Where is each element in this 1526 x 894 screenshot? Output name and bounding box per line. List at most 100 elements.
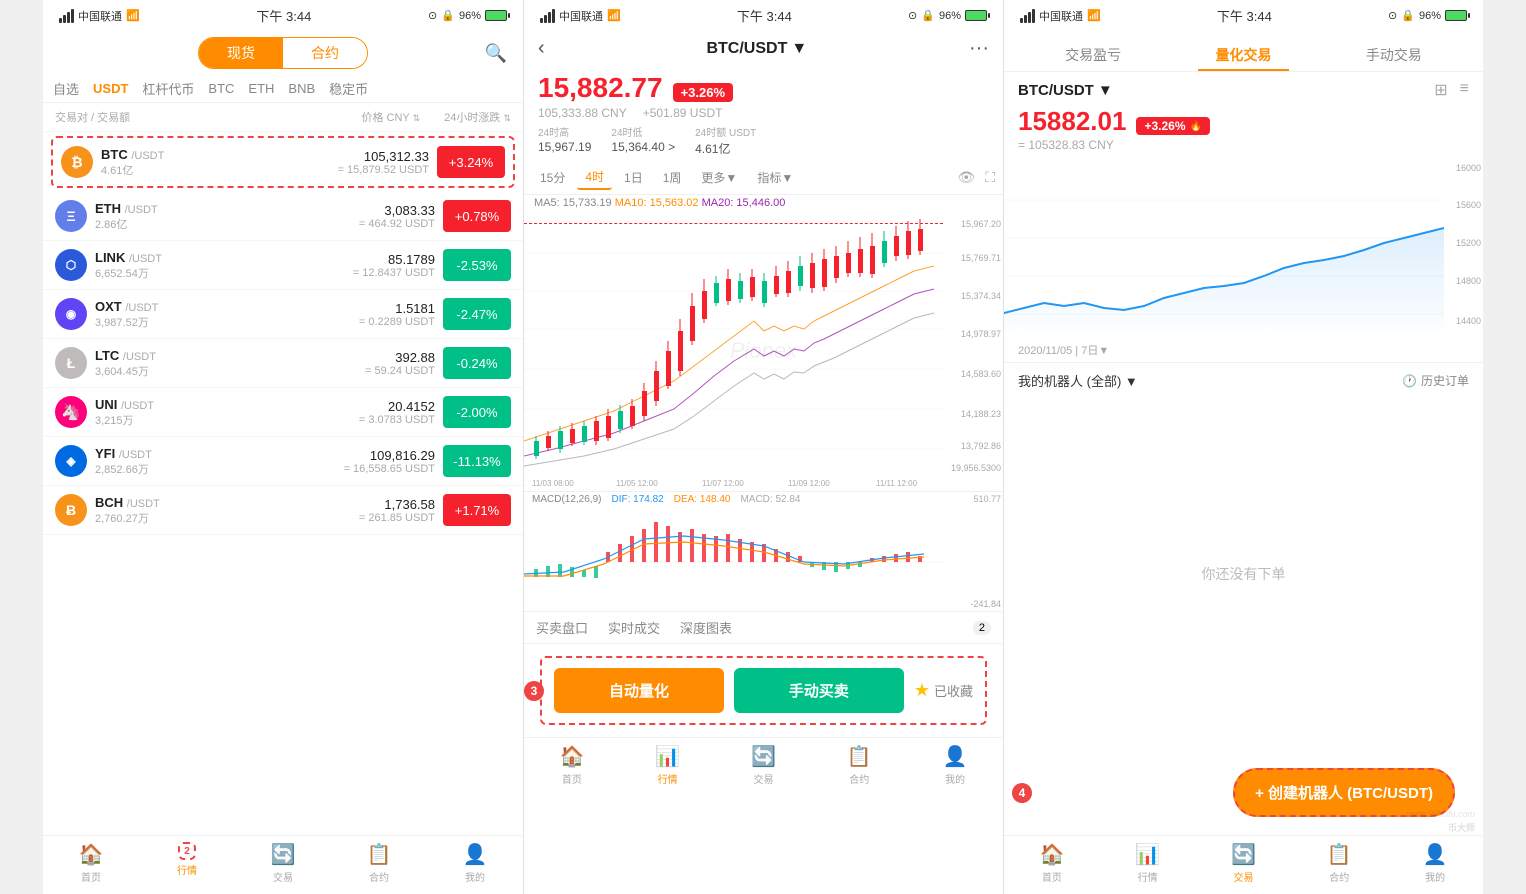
- tab-1w[interactable]: 1周: [655, 166, 690, 189]
- home-label-3: 首页: [1042, 869, 1062, 884]
- macd-val-label: MACD: 52.84: [740, 494, 800, 505]
- filter-stable[interactable]: 稳定币: [329, 79, 368, 98]
- eye-icon[interactable]: 👁: [957, 169, 975, 186]
- btc-icon: ₿: [61, 146, 93, 178]
- resistance-line: [524, 223, 943, 224]
- nav-contract-3[interactable]: 📋 合约: [1291, 842, 1387, 884]
- tab-badge: 2: [973, 621, 991, 635]
- nav-market-3[interactable]: 📊 行情: [1100, 842, 1196, 884]
- tab-depth[interactable]: 深度图表: [680, 618, 732, 637]
- ltc-price: 392.88: [265, 350, 435, 365]
- lock-icon-2: 🔒: [921, 9, 935, 22]
- uni-info: UNI /USDT 3,215万: [95, 397, 265, 428]
- favorite-button[interactable]: ★ 已收藏: [914, 668, 973, 713]
- fav-label: 已收藏: [934, 681, 973, 700]
- list-icon-3[interactable]: ≡: [1460, 80, 1469, 100]
- nav-trade-1[interactable]: 🔄 交易: [235, 842, 331, 884]
- chart-dropdown-icon[interactable]: ▼: [791, 40, 807, 58]
- nav-home-2[interactable]: 🏠 首页: [524, 744, 620, 786]
- nav-profile-1[interactable]: 👤 我的: [427, 842, 523, 884]
- nav-home-3[interactable]: 🏠 首页: [1004, 842, 1100, 884]
- nav-profile-2[interactable]: 👤 我的: [907, 744, 1003, 786]
- link-vol: 6,652.54万: [95, 265, 265, 281]
- market-row-ltc[interactable]: Ł LTC /USDT 3,604.45万 392.88 = 59.24 USD…: [43, 339, 523, 388]
- filter-bnb[interactable]: BNB: [288, 81, 315, 96]
- history-order-btn[interactable]: 🕐 历史订单: [1402, 372, 1469, 389]
- market-row-uni[interactable]: 🦄 UNI /USDT 3,215万 20.4152 = 3.0783 USDT…: [43, 388, 523, 437]
- nav-profile-3[interactable]: 👤 我的: [1387, 842, 1483, 884]
- grid-icon-3[interactable]: ⊞: [1434, 80, 1447, 100]
- bch-vol: 2,760.27万: [95, 510, 265, 526]
- auto-quant-button[interactable]: 自动量化: [554, 668, 724, 713]
- phone1-market-list: 中国联通 📶 下午 3:44 ⊙ 🔒 96% 现货 合约 🔍 自选 USDT 杠…: [43, 0, 523, 894]
- filter-leverage[interactable]: 杠杆代币: [142, 79, 194, 98]
- nav-home-1[interactable]: 🏠 首页: [43, 842, 139, 884]
- filter-btc[interactable]: BTC: [208, 81, 234, 96]
- bch-price-usdt: = 261.85 USDT: [265, 512, 435, 524]
- ltc-price-usdt: = 59.24 USDT: [265, 365, 435, 377]
- spot-tab[interactable]: 现货: [199, 38, 283, 68]
- eth-info: ETH /USDT 2.86亿: [95, 201, 265, 232]
- filter-usdt[interactable]: USDT: [93, 81, 128, 96]
- tab-more[interactable]: 更多▼: [693, 166, 745, 189]
- robot-select[interactable]: 我的机器人 (全部) ▼: [1018, 371, 1138, 390]
- col-price[interactable]: 价格 CNY ⇅: [361, 109, 420, 125]
- btc-vol: 4.61亿: [101, 162, 265, 178]
- fullscreen-icon[interactable]: ⛶: [985, 169, 995, 186]
- tab-pnl[interactable]: 交易盈亏: [1018, 39, 1168, 71]
- market-row-btc[interactable]: ₿ BTC /USDT 4.61亿 105,312.33 = 15,879.52…: [51, 136, 515, 188]
- filter-eth[interactable]: ETH: [248, 81, 274, 96]
- back-button[interactable]: ‹: [538, 37, 545, 60]
- tab-15m[interactable]: 15分: [532, 166, 573, 189]
- eth-change-btn[interactable]: +0.78%: [443, 200, 511, 232]
- tab-manual[interactable]: 手动交易: [1319, 39, 1469, 71]
- bch-info: BCH /USDT 2,760.27万: [95, 495, 265, 526]
- oxt-price-col: 1.5181 = 0.2289 USDT: [265, 301, 435, 328]
- market-row-eth[interactable]: Ξ ETH /USDT 2.86亿 3,083.33 = 464.92 USDT…: [43, 192, 523, 241]
- date-text-3[interactable]: 2020/11/05 | 7日▼: [1018, 342, 1109, 358]
- market-row-bch[interactable]: Ƀ BCH /USDT 2,760.27万 1,736.58 = 261.85 …: [43, 486, 523, 535]
- nav-contract-1[interactable]: 📋 合约: [331, 842, 427, 884]
- tab-indicator[interactable]: 指标▼: [749, 166, 801, 189]
- manual-trade-button[interactable]: 手动买卖: [734, 668, 904, 713]
- nav-market-1[interactable]: 2 行情: [139, 842, 235, 884]
- trade-icon-2: 🔄: [751, 744, 776, 769]
- yfi-pair: YFI /USDT: [95, 446, 265, 461]
- nav-contract-2[interactable]: 📋 合约: [811, 744, 907, 786]
- bch-change-btn[interactable]: +1.71%: [443, 494, 511, 526]
- nav-market-2[interactable]: 📊 行情: [620, 744, 716, 786]
- battery-pct-3: 96%: [1419, 10, 1441, 22]
- market-row-link[interactable]: ⬡ LINK /USDT 6,652.54万 85.1789 = 12.8437…: [43, 241, 523, 290]
- search-icon[interactable]: 🔍: [485, 43, 507, 64]
- signal-icon-3: [1020, 9, 1035, 23]
- tab-quant[interactable]: 量化交易: [1168, 39, 1318, 71]
- tab-trades[interactable]: 实时成交: [608, 618, 660, 637]
- ltc-change-btn[interactable]: -0.24%: [443, 347, 511, 379]
- col-change[interactable]: 24小时涨跌 ⇅: [444, 109, 511, 125]
- link-price: 85.1789: [265, 252, 435, 267]
- market-row-yfi[interactable]: ◈ YFI /USDT 2,852.66万 109,816.29 = 16,55…: [43, 437, 523, 486]
- btc-info: BTC /USDT 4.61亿: [101, 147, 265, 178]
- oxt-change-btn[interactable]: -2.47%: [443, 298, 511, 330]
- ltc-pair: LTC /USDT: [95, 348, 265, 363]
- svg-text:11/07 12:00: 11/07 12:00: [702, 479, 744, 488]
- nav-trade-2[interactable]: 🔄 交易: [716, 744, 812, 786]
- yfi-change-btn[interactable]: -11.13%: [443, 445, 511, 477]
- ltc-vol: 3,604.45万: [95, 363, 265, 379]
- market-row-oxt[interactable]: ◉ OXT /USDT 3,987.52万 1.5181 = 0.2289 US…: [43, 290, 523, 339]
- lock-icon-3: 🔒: [1401, 9, 1415, 22]
- filter-zixuan[interactable]: 自选: [53, 79, 79, 98]
- tab-orderbook[interactable]: 买卖盘口: [536, 618, 588, 637]
- btc-change-btn[interactable]: +3.24%: [437, 146, 505, 178]
- badge-4: 4: [1012, 783, 1032, 803]
- pair-dropdown-3[interactable]: ▼: [1098, 82, 1113, 99]
- market-badge-num: 2: [184, 846, 190, 857]
- more-icon[interactable]: ···: [969, 37, 989, 60]
- contract-tab[interactable]: 合约: [283, 38, 367, 68]
- link-change-btn[interactable]: -2.53%: [443, 249, 511, 281]
- nav-trade-3[interactable]: 🔄 交易: [1196, 842, 1292, 884]
- uni-change-btn[interactable]: -2.00%: [443, 396, 511, 428]
- price-main-3: 15882.01 +3.26% 🔥: [1018, 106, 1469, 137]
- tab-1d[interactable]: 1日: [616, 166, 651, 189]
- tab-4h[interactable]: 4时: [577, 165, 612, 190]
